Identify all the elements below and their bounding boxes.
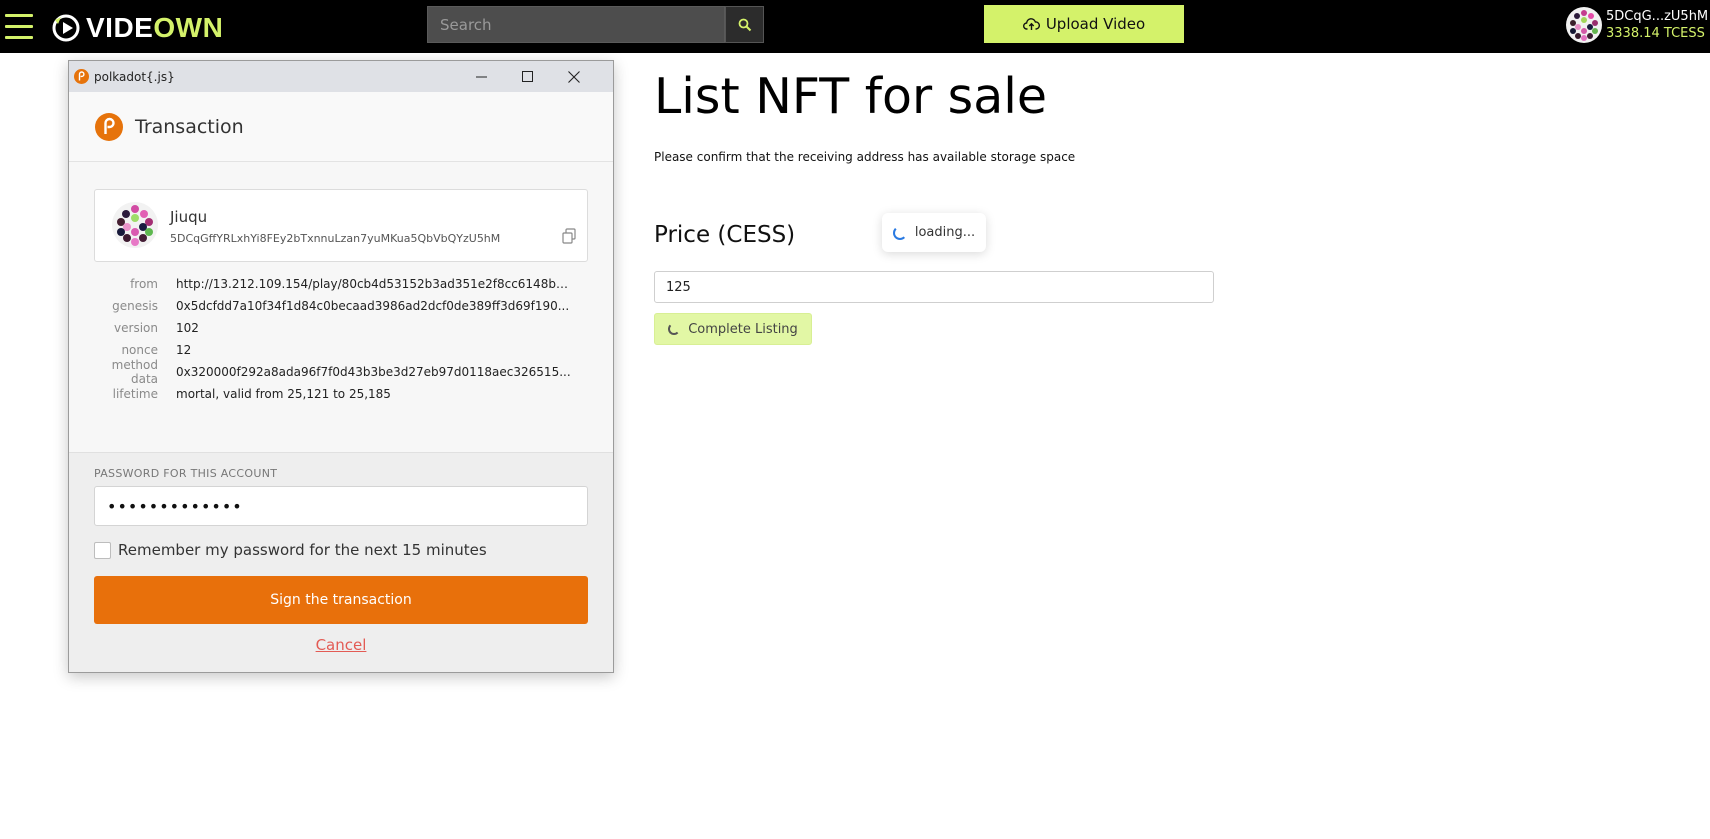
maximize-button[interactable]	[504, 61, 550, 92]
account-balance: 3338.14 TCESS	[1606, 26, 1705, 41]
search-bar	[427, 6, 764, 43]
detail-value: 102	[176, 321, 199, 335]
page-title: List NFT for sale	[654, 68, 1047, 125]
detail-key: genesis	[112, 299, 158, 313]
price-input[interactable]	[654, 271, 1214, 303]
site-logo[interactable]: VIDEOWN	[52, 12, 223, 44]
detail-value: 12	[176, 343, 192, 357]
search-input[interactable]	[427, 6, 725, 43]
button-spinner-icon	[668, 323, 681, 335]
menu-icon[interactable]	[5, 14, 33, 40]
polkadot-extension-window: polkadot{.js} Transaction Jiuqu 5DCqGffY…	[68, 60, 614, 673]
top-navigation-bar: VIDEOWN Upload Video	[0, 0, 1710, 53]
logo-text-green: OWN	[153, 12, 224, 43]
storage-notice: Please confirm that the receiving addres…	[654, 150, 1076, 164]
minimize-icon	[475, 76, 487, 78]
close-icon	[568, 70, 580, 83]
detail-row-from: from http://13.212.109.154/play/80cb4d53…	[94, 273, 594, 295]
loading-toast: loading...	[882, 213, 986, 252]
account-card: Jiuqu 5DCqGffYRLxhYi8FEy2bTxnnuLzan7yuMK…	[94, 189, 588, 262]
transaction-header: Transaction	[69, 92, 613, 162]
account-avatar	[1566, 7, 1602, 43]
upload-video-button[interactable]: Upload Video	[984, 5, 1184, 43]
loading-text: loading...	[914, 225, 976, 240]
logo-play-icon	[52, 14, 80, 42]
polkadot-logo-icon	[74, 69, 89, 84]
cloud-upload-icon	[1022, 18, 1040, 30]
upload-video-label: Upload Video	[1045, 15, 1146, 33]
detail-value: mortal, valid from 25,121 to 25,185	[176, 387, 391, 401]
detail-key: method data	[111, 358, 158, 386]
detail-row-method-data: method data 0x320000f292a8ada96f7f0d43b3…	[94, 358, 594, 386]
password-field[interactable]	[94, 486, 588, 526]
detail-key: lifetime	[112, 387, 158, 401]
remember-password-checkbox[interactable]	[94, 541, 111, 559]
sign-transaction-button[interactable]: Sign the transaction	[94, 576, 588, 624]
copy-icon[interactable]	[561, 228, 577, 244]
complete-listing-button[interactable]: Complete Listing	[654, 313, 812, 345]
detail-row-version: version 102	[94, 317, 594, 339]
remember-password-label: Remember my password for the next 15 min…	[118, 541, 487, 559]
search-icon	[738, 18, 751, 31]
polkadot-logo-icon	[95, 112, 123, 141]
search-button[interactable]	[725, 6, 764, 43]
loading-spinner-icon	[892, 225, 907, 240]
logo-text: VIDEOWN	[86, 12, 223, 44]
window-title: polkadot{.js}	[94, 69, 175, 84]
password-label: PASSWORD FOR THIS ACCOUNT	[94, 467, 278, 480]
identicon-avatar	[112, 202, 158, 248]
account-address: 5DCqGffYRLxhYi8FEy2bTxnnuLzan7yuMKua5QbV…	[170, 232, 501, 245]
detail-value: 0x5dcfdd7a10f34f1d84c0becaad3986ad2dcf0d…	[176, 299, 570, 313]
logo-text-white: VIDE	[86, 12, 154, 43]
remember-password-option[interactable]: Remember my password for the next 15 min…	[94, 541, 487, 559]
detail-value: 0x320000f292a8ada96f7f0d43b3be3d27eb97d0…	[176, 365, 571, 379]
maximize-icon	[521, 71, 533, 82]
close-window-button[interactable]	[551, 61, 597, 92]
complete-listing-label: Complete Listing	[688, 321, 798, 337]
detail-row-genesis: genesis 0x5dcfdd7a10f34f1d84c0becaad3986…	[94, 295, 594, 317]
window-titlebar[interactable]: polkadot{.js}	[69, 61, 613, 92]
price-label: Price (CESS)	[654, 222, 796, 248]
transaction-details: from http://13.212.109.154/play/80cb4d53…	[94, 273, 594, 405]
account-name: Jiuqu	[170, 208, 208, 226]
detail-key: from	[130, 277, 158, 291]
account-address-short: 5DCqG...zU5hM	[1606, 9, 1709, 24]
password-section: PASSWORD FOR THIS ACCOUNT Remember my pa…	[69, 452, 613, 672]
detail-value: http://13.212.109.154/play/80cb4d53152b3…	[176, 277, 574, 291]
cancel-link[interactable]: Cancel	[69, 636, 613, 654]
minimize-button[interactable]	[458, 61, 504, 92]
transaction-title: Transaction	[135, 115, 244, 138]
detail-key: version	[114, 321, 158, 335]
detail-key: nonce	[121, 343, 158, 357]
account-widget[interactable]: 5DCqG...zU5hM 3338.14 TCESS	[1566, 4, 1710, 46]
detail-row-lifetime: lifetime mortal, valid from 25,121 to 25…	[94, 383, 594, 405]
